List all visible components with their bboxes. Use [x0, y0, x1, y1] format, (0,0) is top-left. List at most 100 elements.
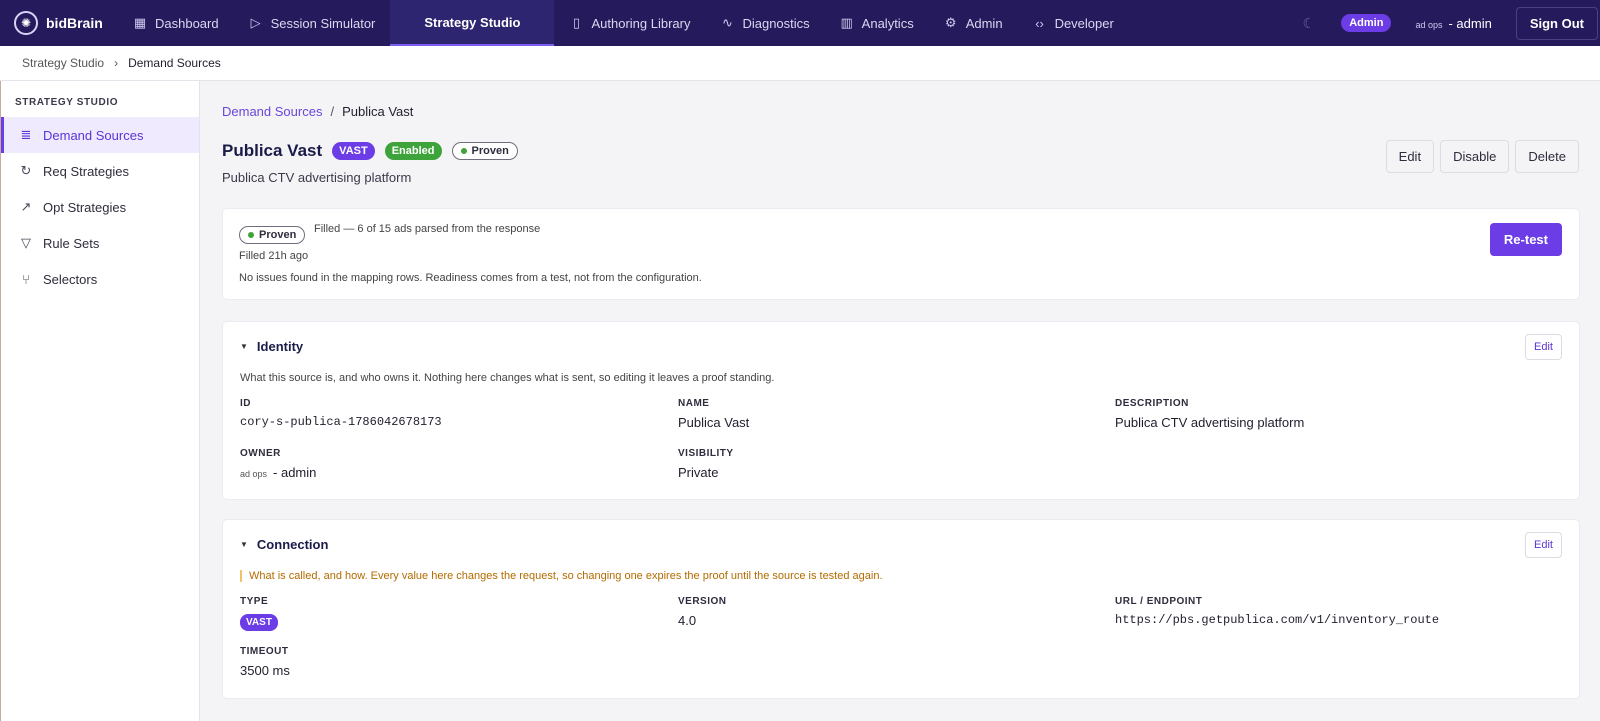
breadcrumb-parent[interactable]: Strategy Studio — [22, 56, 104, 70]
field-url: URL / ENDPOINT https://pbs.getpublica.co… — [1115, 596, 1439, 627]
identity-edit-button[interactable]: Edit — [1525, 334, 1562, 360]
field-value: 4.0 — [678, 613, 697, 628]
field-value: ad ops - admin — [240, 465, 316, 480]
branch-icon: ⑂ — [22, 271, 30, 287]
book-icon: ▯ — [572, 15, 581, 30]
field-label: DESCRIPTION — [1115, 398, 1189, 409]
sign-out-button[interactable]: Sign Out — [1515, 6, 1598, 40]
nav-right: ☾ Admin ad ops - admin Sign Out — [1303, 0, 1600, 46]
field-value: https://pbs.getpublica.com/v1/inventory_… — [1115, 613, 1440, 627]
nav-item-dashboard[interactable]: ▦ Dashboard — [118, 0, 234, 46]
section-description: What this source is, and who owns it. No… — [240, 372, 775, 384]
bar-chart-icon: ▥ — [840, 15, 853, 30]
edit-button[interactable]: Edit — [1385, 140, 1435, 173]
field-owner: OWNER ad ops - admin — [240, 448, 316, 480]
field-label: ID — [240, 398, 251, 409]
field-version: VERSION 4.0 — [678, 596, 727, 628]
connection-edit-button[interactable]: Edit — [1525, 532, 1562, 558]
sidebar-item-label: Opt Strategies — [43, 199, 127, 215]
field-value: Publica CTV advertising platform — [1115, 415, 1305, 430]
proof-badge-label: Proven — [259, 229, 297, 241]
section-title: Connection — [256, 537, 329, 552]
proof-badge: Proven — [239, 226, 306, 244]
nav-items: ▦ Dashboard ▷ Session Simulator Strategy… — [118, 0, 1129, 46]
field-timeout: TIMEOUT 3500 ms — [240, 646, 290, 678]
nav-item-label: Diagnostics — [742, 15, 810, 31]
field-label: OWNER — [240, 448, 281, 459]
fill-summary: Filled — 6 of 15 ads parsed from the res… — [314, 223, 541, 235]
status-badge: Enabled — [384, 142, 442, 160]
field-label: NAME — [678, 398, 710, 409]
breadcrumb-link-demand-sources[interactable]: Demand Sources — [222, 104, 322, 119]
breadcrumb-current: Publica Vast — [342, 104, 414, 119]
type-badge: VAST — [332, 142, 375, 160]
nav-item-diagnostics[interactable]: ∿ Diagnostics — [705, 0, 824, 46]
user-label: ad ops - admin — [1415, 16, 1491, 31]
activity-icon: ∿ — [722, 15, 733, 30]
page-breadcrumb: Demand Sources / Publica Vast — [222, 104, 413, 119]
field-value: Private — [678, 465, 719, 480]
filter-icon: ▽ — [21, 235, 31, 250]
field-label: URL / ENDPOINT — [1115, 596, 1203, 607]
nav-item-label: Strategy Studio — [424, 14, 521, 30]
connection-header[interactable]: ▼ Connection — [240, 537, 328, 552]
delete-button[interactable]: Delete — [1515, 140, 1579, 173]
field-label: VERSION — [678, 596, 727, 607]
nav-item-strategy-studio[interactable]: Strategy Studio — [390, 0, 555, 46]
nav-item-label: Admin — [965, 15, 1003, 31]
role-badge: Admin — [1341, 14, 1392, 32]
identity-section: ▼ Identity Edit What this source is, and… — [222, 321, 1580, 500]
brand[interactable]: ✺ bidBrain — [0, 11, 118, 35]
sidebar-item-req-strategies[interactable]: ↻ Req Strategies — [1, 153, 199, 189]
nav-item-developer[interactable]: ‹› Developer — [1018, 0, 1129, 46]
type-badge: VAST — [240, 614, 278, 631]
page-title: Publica Vast — [222, 141, 323, 160]
connection-section: ▼ Connection Edit What is called, and ho… — [222, 519, 1580, 699]
user-prefix: ad ops — [1415, 19, 1443, 30]
sidebar-item-label: Selectors — [43, 271, 98, 287]
field-label: TIMEOUT — [240, 646, 289, 657]
nav-item-authoring-library[interactable]: ▯ Authoring Library — [554, 0, 705, 46]
sidebar-item-demand-sources[interactable]: ≣ Demand Sources — [1, 117, 199, 153]
nav-item-label: Developer — [1054, 15, 1114, 31]
main-content: Demand Sources / Publica Vast Publica Va… — [201, 81, 1600, 721]
field-value: 3500 ms — [240, 663, 290, 678]
page-actions: Edit Disable Delete — [1385, 140, 1579, 173]
field-value: VAST — [240, 613, 278, 631]
nav-item-label: Session Simulator — [270, 15, 376, 31]
nav-item-label: Authoring Library — [591, 15, 691, 31]
field-id: ID cory-s-publica-1786042678173 — [240, 398, 442, 429]
section-title: Identity — [256, 339, 304, 354]
page-subtitle: Publica CTV advertising platform — [222, 170, 412, 185]
chevron-right-icon: › — [114, 56, 119, 70]
proof-status-card: Proven Filled — 6 of 15 ads parsed from … — [222, 208, 1580, 300]
nav-item-analytics[interactable]: ▥ Analytics — [825, 0, 929, 46]
top-navigation: ✺ bidBrain ▦ Dashboard ▷ Session Simulat… — [0, 0, 1600, 46]
readiness-note: No issues found in the mapping rows. Rea… — [239, 272, 702, 284]
nav-item-session-simulator[interactable]: ▷ Session Simulator — [234, 0, 391, 46]
brand-name: bidBrain — [46, 15, 103, 31]
sidebar: STRATEGY STUDIO ≣ Demand Sources ↻ Req S… — [0, 81, 200, 721]
sidebar-item-selectors[interactable]: ⑂ Selectors — [1, 261, 199, 297]
disable-button[interactable]: Disable — [1440, 140, 1510, 173]
code-icon: ‹› — [1035, 15, 1044, 31]
caret-down-icon: ▼ — [240, 342, 248, 351]
identity-header[interactable]: ▼ Identity — [240, 339, 303, 354]
sidebar-item-rule-sets[interactable]: ▽ Rule Sets — [1, 225, 199, 261]
field-label: VISIBILITY — [678, 448, 734, 459]
sidebar-item-opt-strategies[interactable]: ↗ Opt Strategies — [1, 189, 199, 225]
sidebar-item-label: Rule Sets — [43, 235, 100, 251]
nav-item-label: Analytics — [861, 15, 914, 31]
top-breadcrumb: Strategy Studio › Demand Sources — [0, 46, 1600, 81]
brain-logo-icon: ✺ — [14, 11, 38, 35]
user-name: - admin — [1448, 15, 1492, 31]
proof-badge-label: Proven — [471, 145, 509, 157]
breadcrumb-current: Demand Sources — [128, 56, 221, 70]
caret-down-icon: ▼ — [240, 540, 248, 549]
moon-icon[interactable]: ☾ — [1303, 15, 1316, 32]
retest-button[interactable]: Re-test — [1489, 223, 1562, 256]
nav-item-label: Dashboard — [155, 15, 219, 31]
nav-item-admin[interactable]: ⚙ Admin — [929, 0, 1018, 46]
status-dot-icon — [460, 148, 467, 154]
title-bar: Publica Vast VAST Enabled Proven — [222, 141, 518, 161]
